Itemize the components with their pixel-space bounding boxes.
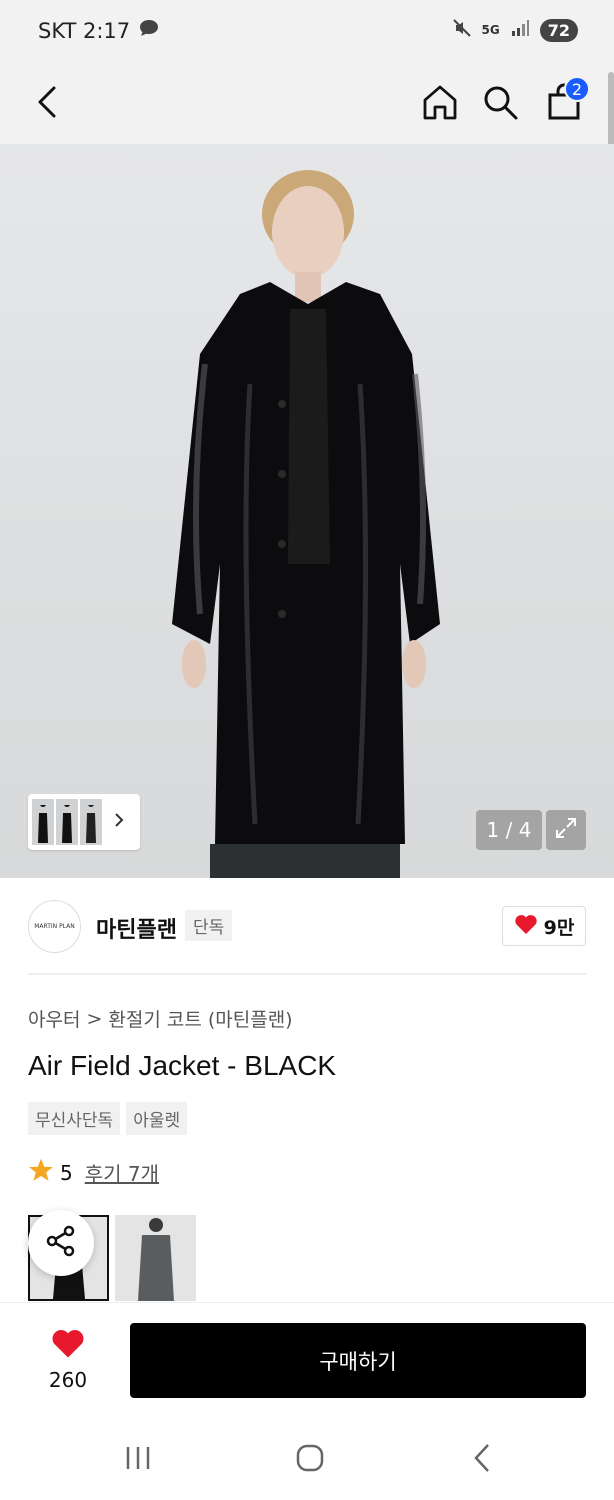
share-button[interactable] [28,1210,94,1276]
rating: 5 후기 7개 [28,1157,159,1188]
status-left: SKT 2:17 [38,18,160,43]
brand-row: MARTIN PLAN 마틴플랜 단독 9만 [28,898,586,954]
divider [28,973,586,975]
battery-indicator: 72 [539,18,578,42]
share-icon [45,1225,77,1261]
heart-icon [514,913,538,940]
carrier-time: SKT 2:17 [38,18,131,43]
brand-exclusive-tag: 단독 [185,910,233,941]
back-nav-button[interactable] [462,1442,502,1478]
expand-icon [554,816,578,844]
mini-thumbnail [80,799,102,845]
rating-value: 5 [60,1160,73,1185]
breadcrumb-parent[interactable]: 아우터 [28,1005,80,1032]
recents-button[interactable] [118,1442,158,1478]
cart-button[interactable]: 2 [536,76,592,132]
color-option-gray[interactable] [115,1215,196,1301]
status-right: 5G 72 [452,18,578,42]
product-tag: 아울렛 [126,1102,188,1135]
brand-logo[interactable]: MARTIN PLAN [28,900,81,953]
recents-icon [123,1445,153,1475]
product-tag: 무신사단독 [28,1102,121,1135]
heart-icon [50,1327,86,1364]
product-tags: 무신사단독 아울렛 [28,1102,188,1135]
brand-like-button[interactable]: 9만 [502,906,586,946]
brand-name[interactable]: 마틴플랜 [96,912,177,944]
home-nav-button[interactable] [290,1442,330,1478]
search-button[interactable] [472,76,528,132]
bottom-action-bar: 260 구매하기 [0,1302,614,1420]
back-arrow-icon [36,85,60,123]
network-label: 5G [481,23,500,37]
system-nav-bar [0,1420,614,1500]
chevron-right-icon [114,812,124,832]
buy-button[interactable]: 구매하기 [130,1323,586,1398]
signal-icon [510,19,530,41]
image-counter: 1 / 4 [476,810,542,850]
star-icon [28,1157,54,1188]
product-title: Air Field Jacket - BLACK [28,1050,337,1081]
review-link[interactable]: 후기 7개 [85,1158,159,1187]
status-bar: SKT 2:17 5G 72 [0,0,614,64]
brand-like-count: 9만 [543,916,575,939]
home-icon [421,83,459,125]
breadcrumb-separator: > [86,1007,103,1030]
mute-icon [452,18,472,42]
model-coat-illustration [172,170,440,878]
mini-thumbnail [32,799,54,845]
back-chevron-icon [472,1443,492,1477]
product-image[interactable]: 1 / 4 [0,144,614,878]
home-circle-icon [295,1443,325,1477]
back-button[interactable] [20,76,76,132]
mini-thumbnail [56,799,78,845]
home-button[interactable] [412,76,468,132]
expand-button[interactable] [546,810,586,850]
wishlist-count: 260 [48,1368,88,1392]
breadcrumb-child[interactable]: 환절기 코트 (마틴플랜) [108,1005,292,1032]
thumbnail-strip[interactable] [28,794,140,850]
breadcrumb: 아우터 > 환절기 코트 (마틴플랜) [28,1005,293,1032]
chat-bubble-icon [138,18,160,43]
cart-badge: 2 [564,76,590,102]
wishlist-button[interactable]: 260 [36,1327,100,1392]
search-icon [481,83,519,125]
app-header: 2 [0,64,614,144]
